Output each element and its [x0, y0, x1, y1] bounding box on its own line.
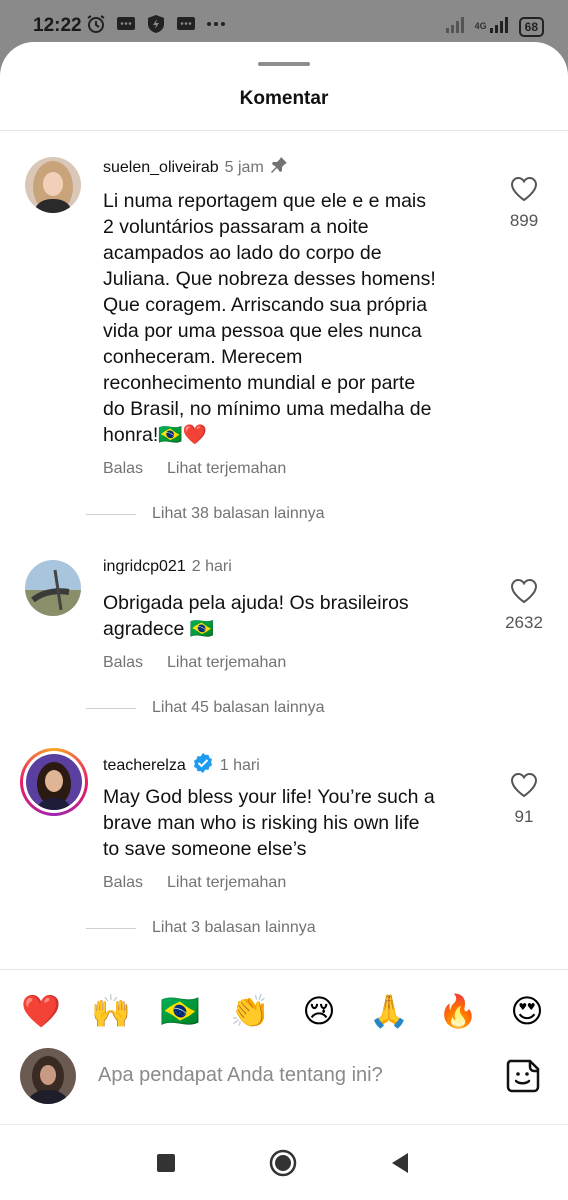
battery-indicator: 68 — [518, 16, 544, 37]
comment-header: suelen_oliveirab 5 jam — [103, 156, 288, 179]
sheet-title: Komentar — [239, 88, 329, 109]
comment-text: Obrigada pela ajuda! Os brasileiros agra… — [103, 592, 409, 640]
like-button[interactable]: 91 — [494, 772, 554, 827]
pin-icon — [270, 156, 288, 179]
view-replies-button[interactable]: Lihat 3 balasan lainnya — [86, 919, 316, 937]
comment-time: 1 hari — [219, 756, 260, 774]
like-count: 2632 — [505, 613, 543, 632]
signal-icon — [445, 14, 467, 39]
comment-time: 5 jam — [224, 158, 264, 176]
message-icon — [176, 14, 196, 34]
view-replies-label: Lihat 3 balasan lainnya — [152, 919, 316, 936]
avatar — [20, 1048, 76, 1104]
brazil-flag-emoji-button[interactable]: 🇧🇷 — [157, 988, 203, 1034]
raised-hands-emoji-button[interactable]: 🙌 — [88, 988, 134, 1034]
like-count: 899 — [509, 211, 539, 230]
story-ring-avatar[interactable] — [20, 748, 88, 816]
quick-reactions-bar: ❤️ 🙌 🇧🇷 👏 😢 🙏 🔥 😍 — [0, 988, 568, 1036]
view-replies-label: Lihat 38 balasan lainnya — [152, 505, 325, 522]
like-button[interactable]: 2632 — [494, 578, 554, 633]
view-replies-button[interactable]: Lihat 38 balasan lainnya — [86, 505, 325, 523]
more-notifications-icon — [206, 14, 226, 34]
comment-input[interactable]: Apa pendapat Anda tentang ini? — [98, 1064, 383, 1087]
notification-icons — [86, 14, 226, 34]
comment-username[interactable]: ingridcp021 — [103, 558, 186, 576]
avatar — [26, 754, 82, 810]
system-navigation-bar — [0, 1124, 568, 1200]
reply-button[interactable]: Balas — [103, 874, 143, 892]
comment-actions: Balas Lihat terjemahan — [103, 874, 286, 892]
comment-actions: Balas Lihat terjemahan — [103, 654, 286, 672]
heart-icon — [510, 176, 538, 202]
alarm-icon — [86, 14, 106, 34]
drag-handle[interactable] — [258, 62, 310, 66]
comment-username[interactable]: suelen_oliveirab — [103, 159, 219, 177]
comment-header: teacherelza 1 hari — [103, 752, 260, 779]
avatar[interactable] — [25, 560, 81, 616]
view-replies-label: Lihat 45 balasan lainnya — [152, 699, 325, 716]
translate-button[interactable]: Lihat terjemahan — [167, 460, 286, 478]
shield-icon — [146, 14, 166, 34]
back-button[interactable] — [384, 1147, 416, 1179]
comment-actions: Balas Lihat terjemahan — [103, 460, 286, 478]
comment-text: Li numa reportagem que ele e e mais 2 vo… — [103, 190, 436, 446]
status-time: 12:22 — [33, 15, 82, 36]
verified-badge-icon — [192, 752, 214, 779]
heart-emoji-button[interactable]: ❤️ — [18, 988, 64, 1034]
comments-sheet: Komentar suelen_oliveirab 5 jam Li numa … — [0, 42, 568, 1200]
heart-eyes-emoji-button[interactable]: 😍 — [504, 988, 550, 1034]
reply-button[interactable]: Balas — [103, 654, 143, 672]
message-icon — [116, 14, 136, 34]
like-count: 91 — [514, 807, 534, 826]
clapping-emoji-button[interactable]: 👏 — [227, 988, 273, 1034]
comment-header: ingridcp021 2 hari — [103, 558, 232, 576]
network-type: 4G — [474, 21, 487, 31]
crying-emoji-button[interactable]: 😢 — [296, 988, 342, 1034]
heart-icon — [510, 578, 538, 604]
home-button[interactable] — [267, 1147, 299, 1179]
comment-username[interactable]: teacherelza — [103, 757, 186, 775]
divider — [0, 130, 568, 131]
translate-button[interactable]: Lihat terjemahan — [167, 654, 286, 672]
view-replies-button[interactable]: Lihat 45 balasan lainnya — [86, 699, 325, 717]
divider — [86, 513, 136, 515]
comment-composer: Apa pendapat Anda tentang ini? — [0, 1048, 568, 1108]
translate-button[interactable]: Lihat terjemahan — [167, 874, 286, 892]
reply-button[interactable]: Balas — [103, 460, 143, 478]
divider — [0, 969, 568, 970]
divider — [86, 927, 136, 929]
recents-button[interactable] — [150, 1147, 182, 1179]
divider — [86, 707, 136, 709]
system-indicators: 4G 68 — [445, 14, 544, 39]
fire-emoji-button[interactable]: 🔥 — [435, 988, 481, 1034]
comment-text: May God bless your life! You’re such a b… — [103, 786, 435, 860]
signal-icon — [489, 14, 511, 39]
like-button[interactable]: 899 — [494, 176, 554, 231]
praying-hands-emoji-button[interactable]: 🙏 — [366, 988, 412, 1034]
comment-time: 2 hari — [191, 558, 232, 575]
sticker-icon[interactable] — [504, 1057, 542, 1095]
avatar[interactable] — [25, 157, 81, 213]
heart-icon — [510, 772, 538, 798]
